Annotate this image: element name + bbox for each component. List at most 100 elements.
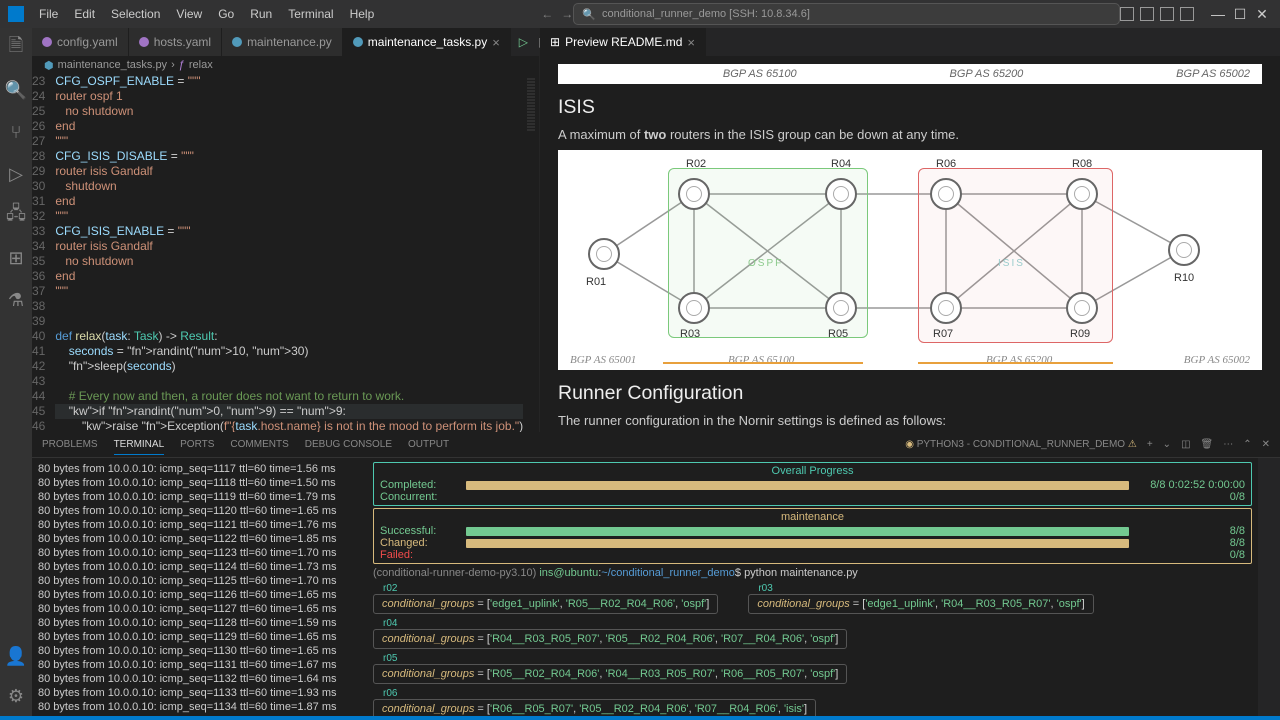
minimap[interactable]: [523, 74, 539, 432]
progress-title: Overall Progress: [380, 465, 1245, 477]
menu-help[interactable]: Help: [343, 3, 382, 25]
layout-icon[interactable]: [1160, 7, 1174, 21]
panel-tab-terminal[interactable]: TERMINAL: [114, 435, 165, 455]
preview-icon: ⊞: [550, 35, 560, 49]
router-label: R06: [936, 158, 956, 170]
bgp-label: BGP AS 65200: [950, 68, 1024, 80]
settings-icon[interactable]: ⚙: [4, 684, 28, 708]
layout-icon[interactable]: [1180, 7, 1194, 21]
topology-lines: [558, 150, 1262, 370]
router-label: R10: [1174, 272, 1194, 284]
terminal-ping-output[interactable]: 80 bytes from 10.0.0.10: icmp_seq=1117 t…: [32, 458, 367, 716]
terminal-badge[interactable]: ◉ python3 - conditional_runner_demo ⚠: [905, 435, 1137, 454]
bgp-label: BGP AS 65200: [986, 354, 1052, 366]
menu-go[interactable]: Go: [211, 3, 241, 25]
tab-label: maintenance.py: [247, 35, 332, 49]
panel-tabs: PROBLEMS TERMINAL PORTS COMMENTS DEBUG C…: [32, 432, 1280, 458]
nav-forward-icon[interactable]: →: [561, 7, 573, 21]
tab-config[interactable]: config.yaml: [32, 28, 129, 56]
successful-stat: 8/8: [1135, 525, 1245, 537]
panel-tab-output[interactable]: OUTPUT: [408, 435, 449, 454]
close-icon[interactable]: ×: [687, 35, 695, 50]
run-debug-icon[interactable]: ▷: [4, 162, 28, 186]
concurrent-bar: [466, 493, 1129, 502]
tab-maintenance-tasks[interactable]: maintenance_tasks.py×: [343, 28, 511, 56]
tab-label: hosts.yaml: [154, 35, 211, 49]
menu-edit[interactable]: Edit: [67, 3, 102, 25]
layout-icon[interactable]: [1140, 7, 1154, 21]
cg-item: r05conditional_groups = ['R05__R02_R04_R…: [373, 653, 847, 684]
trash-icon[interactable]: 🗑: [1201, 435, 1214, 454]
completed-stat: 8/8 0:02:52 0:00:00: [1135, 479, 1245, 491]
panel-tab-debug[interactable]: DEBUG CONSOLE: [305, 435, 392, 454]
panel-tab-comments[interactable]: COMMENTS: [230, 435, 288, 454]
nav-arrows: ← →: [541, 7, 573, 21]
minimize-icon[interactable]: —: [1208, 6, 1228, 22]
panel-tab-problems[interactable]: PROBLEMS: [42, 435, 98, 454]
close-panel-icon[interactable]: ✕: [1262, 435, 1270, 454]
breadcrumb-item[interactable]: relax: [189, 59, 213, 71]
menu-file[interactable]: File: [32, 3, 65, 25]
nav-back-icon[interactable]: ←: [541, 7, 553, 21]
tab-label: config.yaml: [57, 35, 118, 49]
changed-label: Changed:: [380, 537, 460, 549]
more-icon[interactable]: ⋯: [1223, 435, 1233, 454]
chevron-down-icon[interactable]: ⌄: [1163, 435, 1171, 454]
changed-stat: 8/8: [1135, 537, 1245, 549]
run-icon[interactable]: ▷: [519, 35, 528, 49]
menu-selection[interactable]: Selection: [104, 3, 167, 25]
router-label: R07: [933, 328, 953, 340]
isis-description: A maximum of two routers in the ISIS gro…: [558, 127, 1262, 142]
breadcrumb[interactable]: ⬢ maintenance_tasks.py › ƒ relax: [32, 56, 539, 74]
testing-icon[interactable]: ⚗: [4, 288, 28, 312]
search-text: conditional_runner_demo [SSH: 10.8.34.6]: [602, 8, 810, 20]
router-label: R05: [828, 328, 848, 340]
menu-terminal[interactable]: Terminal: [281, 3, 340, 25]
search-icon[interactable]: 🔍: [4, 78, 28, 102]
terminal-main-output[interactable]: Overall Progress Completed: 8/8 0:02:52 0…: [367, 458, 1258, 716]
tab-hosts[interactable]: hosts.yaml: [129, 28, 222, 56]
code-content[interactable]: CFG_OSPF_ENABLE = """router ospf 1 no sh…: [55, 74, 523, 432]
bgp-label: BGP AS 65002: [1184, 354, 1250, 366]
new-terminal-icon[interactable]: +: [1147, 435, 1153, 454]
conditional-groups-grid: r02conditional_groups = ['edge1_uplink',…: [373, 583, 1252, 716]
cg-item: r06conditional_groups = ['R06__R05_R07',…: [373, 688, 816, 716]
maximize-icon[interactable]: ☐: [1230, 6, 1250, 23]
markdown-preview[interactable]: BGP AS 65100 BGP AS 65200 BGP AS 65002 I…: [540, 56, 1280, 432]
tab-maintenance[interactable]: maintenance.py: [222, 28, 343, 56]
shell-prompt: (conditional-runner-demo-py3.10) ins@ubu…: [373, 567, 1252, 579]
router-r03: [678, 292, 710, 324]
breadcrumb-item[interactable]: maintenance_tasks.py: [58, 59, 167, 71]
preview-tabs: ⊞ Preview README.md ×: [540, 28, 1280, 56]
python-icon: [353, 37, 363, 47]
completed-bar: [466, 481, 1129, 490]
source-control-icon[interactable]: ⑂: [4, 120, 28, 144]
menu-run[interactable]: Run: [243, 3, 279, 25]
split-terminal-icon[interactable]: ◫: [1181, 435, 1190, 454]
cg-item: r02conditional_groups = ['edge1_uplink',…: [373, 583, 718, 614]
bgp-label: BGP AS 65002: [1176, 68, 1250, 80]
code-editor[interactable]: 2324252627282930313233343536373839404142…: [32, 74, 539, 432]
function-icon: ƒ: [179, 59, 185, 71]
bgp-label: BGP AS 65001: [570, 354, 636, 366]
menu-view[interactable]: View: [169, 3, 209, 25]
runner-config-heading: Runner Configuration: [558, 382, 1262, 405]
maximize-panel-icon[interactable]: ⌃: [1243, 435, 1251, 454]
remote-icon[interactable]: 🖧: [4, 204, 28, 228]
command-center[interactable]: 🔍 conditional_runner_demo [SSH: 10.8.34.…: [573, 3, 1120, 25]
layout-icon[interactable]: [1120, 7, 1134, 21]
completed-label: Completed:: [380, 479, 460, 491]
explorer-icon[interactable]: 🗎: [4, 36, 28, 60]
tab-preview-readme[interactable]: ⊞ Preview README.md ×: [540, 28, 706, 56]
failed-stat: 0/8: [1135, 549, 1245, 561]
status-bar[interactable]: [0, 716, 1280, 720]
panel-tab-ports[interactable]: PORTS: [180, 435, 214, 454]
router-label: R02: [686, 158, 706, 170]
extensions-icon[interactable]: ⊞: [4, 246, 28, 270]
router-r06: [930, 178, 962, 210]
editor-group-left: config.yaml hosts.yaml maintenance.py ma…: [32, 28, 540, 432]
close-icon[interactable]: ×: [492, 35, 500, 50]
close-icon[interactable]: ✕: [1252, 6, 1272, 23]
terminal-list-sidebar[interactable]: [1258, 458, 1280, 716]
accounts-icon[interactable]: 👤: [4, 644, 28, 668]
